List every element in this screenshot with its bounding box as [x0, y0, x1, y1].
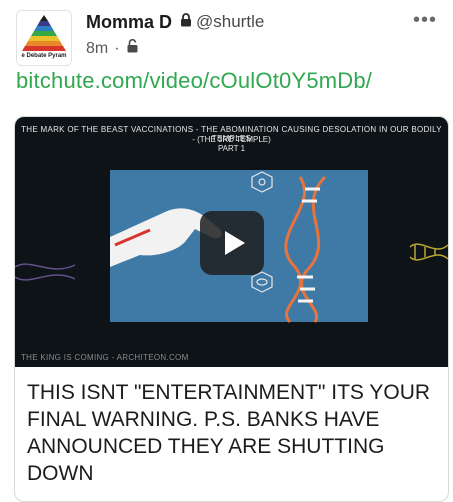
more-options-icon[interactable]: •••	[413, 10, 437, 30]
meta-row: 8m ·	[86, 38, 441, 58]
lock-icon	[180, 12, 192, 32]
meta-separator: ·	[114, 39, 120, 57]
link-preview-card[interactable]: THE MARK OF THE BEAST VACCINATIONS - THE…	[14, 116, 449, 502]
card-title[interactable]: THIS ISNT "ENTERTAINMENT" ITS YOUR FINAL…	[27, 379, 436, 487]
post-header: Momma D @shurtle ••• 8m ·	[86, 10, 441, 58]
play-icon	[225, 231, 245, 255]
author-handle[interactable]: @shurtle	[196, 12, 264, 32]
author-name[interactable]: Momma D	[86, 12, 172, 33]
avatar[interactable]: e Debate Pyram	[16, 10, 72, 66]
post-link[interactable]: bitchute.com/video/cOulOt0Y5mDb/	[16, 68, 372, 94]
avatar-caption: e Debate Pyram	[21, 53, 67, 59]
video-thumbnail[interactable]: THE MARK OF THE BEAST VACCINATIONS - THE…	[15, 117, 448, 367]
name-row: Momma D @shurtle	[86, 11, 441, 33]
post-time[interactable]: 8m	[86, 40, 108, 58]
visibility-unlock-icon	[126, 38, 139, 58]
video-footer-text: THE KING IS COMING - ARCHITEON.COM	[21, 353, 189, 362]
play-button[interactable]	[200, 211, 264, 275]
